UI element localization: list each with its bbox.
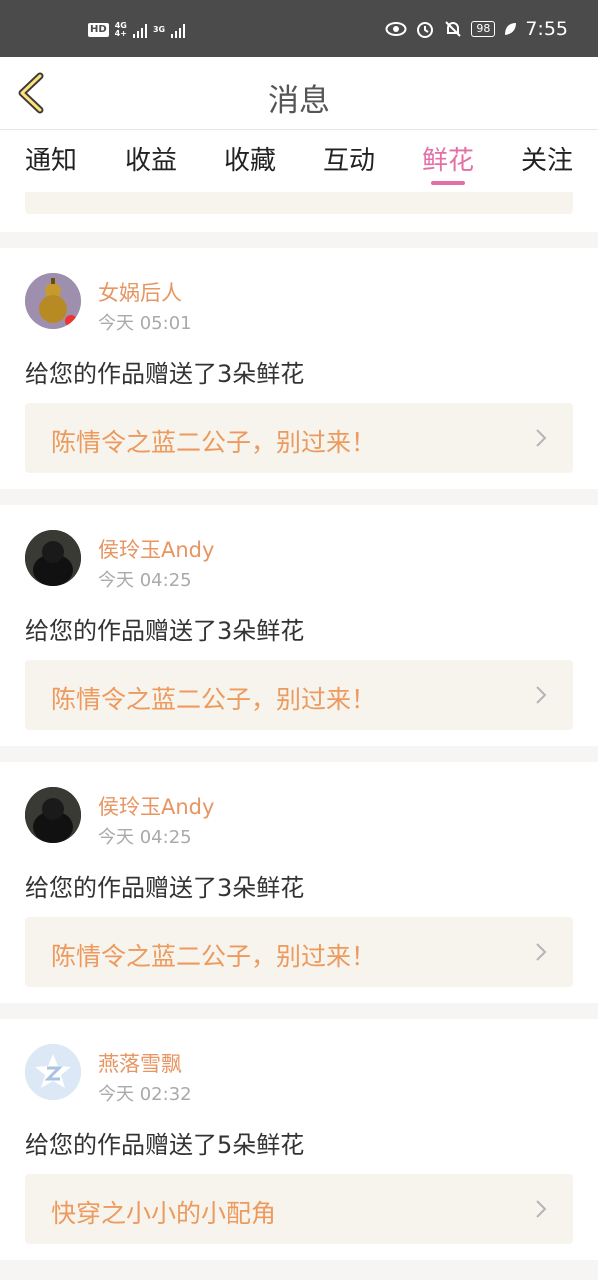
alarm-icon — [417, 22, 434, 38]
tab-notifications[interactable]: 通知 — [11, 140, 91, 177]
user-name[interactable]: 女娲后人 — [98, 277, 182, 307]
hd-badge: HD — [88, 23, 109, 37]
work-link[interactable]: 快穿之小小的小配角 — [25, 1174, 573, 1244]
tab-flowers[interactable]: 鲜花 — [408, 140, 488, 177]
clock: 7:55 — [525, 18, 568, 40]
network-sublabel: 4+ — [114, 29, 127, 38]
status-right: 98 7:55 — [385, 18, 568, 40]
message-text: 给您的作品赠送了3朵鲜花 — [25, 617, 305, 645]
message-time: 今天 04:25 — [98, 570, 192, 591]
signal-icon — [171, 22, 186, 38]
message-card: 侯玲玉Andy 今天 04:25 给您的作品赠送了3朵鲜花 陈情令之蓝二公子，别… — [0, 505, 598, 746]
work-title: 快穿之小小的小配角 — [51, 1199, 277, 1228]
work-link-partial[interactable] — [25, 192, 573, 214]
eye-icon — [385, 22, 407, 36]
avatar[interactable] — [25, 273, 81, 329]
chevron-right-icon — [536, 1200, 547, 1218]
tab-bar: 通知 收益 收藏 互动 鲜花 关注 — [0, 130, 598, 192]
work-link[interactable]: 陈情令之蓝二公子，别过来！ — [25, 660, 573, 730]
mute-bell-icon — [445, 21, 462, 37]
message-card-partial — [0, 192, 598, 232]
status-left: HD 4G 4+ 3G — [88, 22, 186, 38]
user-name[interactable]: 侯玲玉Andy — [98, 534, 214, 564]
tab-interactions[interactable]: 互动 — [309, 140, 389, 177]
tab-earnings[interactable]: 收益 — [111, 140, 191, 177]
chevron-right-icon — [536, 686, 547, 704]
message-card: 侯玲玉Andy 今天 04:25 给您的作品赠送了3朵鲜花 陈情令之蓝二公子，别… — [0, 762, 598, 1003]
work-title: 陈情令之蓝二公子，别过来！ — [51, 942, 377, 971]
avatar[interactable] — [25, 787, 81, 843]
signal-icon — [132, 22, 147, 38]
gorilla-avatar-image — [25, 530, 81, 586]
network-4g-indicator: 4G 4+ — [115, 22, 127, 38]
user-name[interactable]: 侯玲玉Andy — [98, 791, 214, 821]
message-time: 今天 04:25 — [98, 827, 192, 848]
page-title: 消息 — [268, 83, 330, 119]
message-time: 今天 05:01 — [98, 313, 192, 334]
chevron-right-icon — [536, 943, 547, 961]
gourd-avatar-image — [25, 273, 81, 329]
message-card: 燕落雪飘 今天 02:32 给您的作品赠送了5朵鲜花 快穿之小小的小配角 — [0, 1019, 598, 1260]
tab-favorites[interactable]: 收藏 — [210, 140, 290, 177]
active-tab-indicator — [431, 181, 465, 185]
network-3g-indicator: 3G — [153, 26, 165, 34]
gorilla-avatar-image — [25, 787, 81, 843]
status-bar: HD 4G 4+ 3G 98 7:55 — [0, 0, 598, 57]
message-text: 给您的作品赠送了3朵鲜花 — [25, 874, 305, 902]
avatar[interactable] — [25, 530, 81, 586]
avatar[interactable] — [25, 1044, 81, 1100]
leaf-icon — [505, 23, 517, 35]
work-link[interactable]: 陈情令之蓝二公子，别过来！ — [25, 403, 573, 473]
work-link[interactable]: 陈情令之蓝二公子，别过来！ — [25, 917, 573, 987]
work-title: 陈情令之蓝二公子，别过来！ — [51, 685, 377, 714]
chevron-right-icon — [536, 429, 547, 447]
battery-indicator: 98 — [471, 21, 496, 37]
default-avatar-icon — [25, 1044, 81, 1100]
message-time: 今天 02:32 — [98, 1084, 192, 1105]
message-text: 给您的作品赠送了5朵鲜花 — [25, 1131, 305, 1159]
user-name[interactable]: 燕落雪飘 — [98, 1048, 182, 1078]
tab-following[interactable]: 关注 — [507, 140, 587, 177]
message-text: 给您的作品赠送了3朵鲜花 — [25, 360, 305, 388]
message-card: 女娲后人 今天 05:01 给您的作品赠送了3朵鲜花 陈情令之蓝二公子，别过来！ — [0, 248, 598, 489]
network-label: 3G — [152, 25, 166, 34]
header-bar: 消息 — [0, 57, 598, 130]
work-title: 陈情令之蓝二公子，别过来！ — [51, 428, 377, 457]
